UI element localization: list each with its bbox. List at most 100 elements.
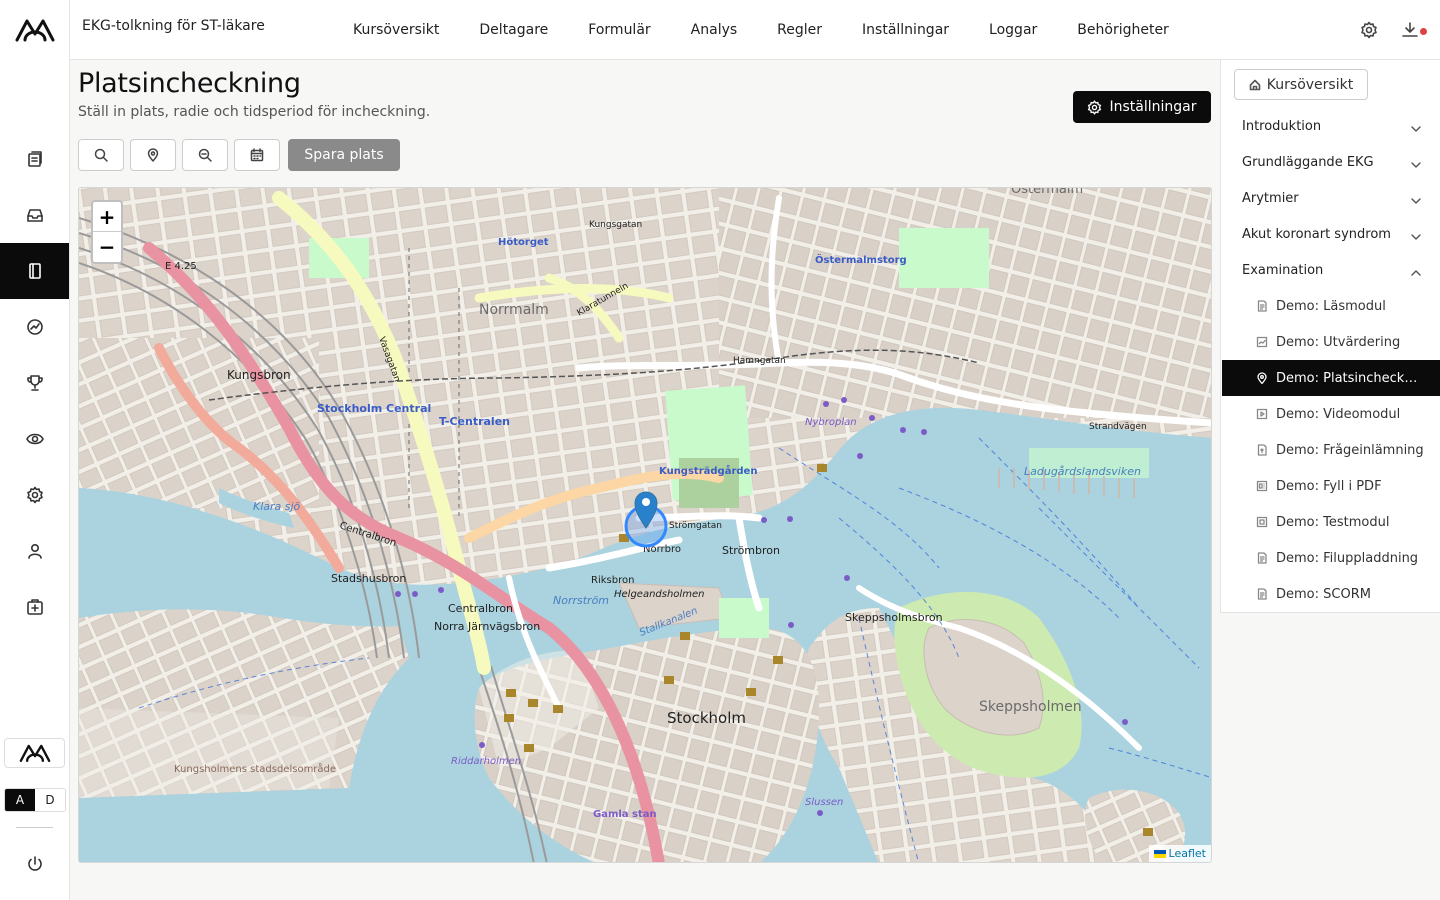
module-label: Demo: Testmodul: [1276, 514, 1390, 530]
map-label-skeppsholmsbron: Skeppsholmsbron: [845, 611, 943, 624]
map-label-stromgatan: Strömgatan: [669, 521, 722, 531]
inbox-icon[interactable]: [0, 187, 69, 243]
module-label: Demo: Läsmodul: [1276, 298, 1386, 314]
module-item[interactable]: Demo: Läsmodul: [1222, 288, 1440, 324]
module-item[interactable]: Demo: Testmodul: [1222, 504, 1440, 540]
module-label: Demo: Platsincheckning: [1276, 370, 1424, 386]
course-content-icon[interactable]: [0, 243, 69, 299]
nav-loggar[interactable]: Loggar: [989, 22, 1037, 38]
section-grundlaggande-ekg[interactable]: Grundläggande EKG: [1222, 144, 1440, 180]
module-item[interactable]: Demo: Fyll i PDF: [1222, 468, 1440, 504]
map-label-hamngatan: Hamngatan: [733, 356, 786, 366]
chevron-down-icon: [1411, 158, 1421, 168]
chevron-down-icon: [1411, 230, 1421, 240]
save-location-button[interactable]: Spara plats: [288, 139, 400, 171]
section-arytmier[interactable]: Arytmier: [1222, 180, 1440, 216]
map-label-ladugardslandsviken: Ladugårdslandsviken: [1024, 465, 1141, 478]
map-label-gamla-stan: Gamla stan: [593, 809, 657, 820]
nav-deltagare[interactable]: Deltagare: [479, 22, 548, 38]
module-label: Demo: SCORM: [1276, 586, 1371, 602]
organization-logo[interactable]: [4, 738, 65, 768]
nav-installningar[interactable]: Inställningar: [862, 22, 949, 38]
rail-divider: [16, 827, 53, 828]
search-icon: [94, 148, 108, 162]
map-label-riksbron: Riksbron: [591, 575, 634, 586]
section-examination[interactable]: Examination: [1222, 252, 1440, 288]
pdf-icon: [1256, 480, 1268, 492]
location-pin-icon: [1256, 372, 1268, 385]
calendar-icon: [250, 148, 264, 162]
nav-kursoversikt[interactable]: Kursöversikt: [353, 22, 439, 38]
document-icon: [1256, 300, 1268, 312]
top-navigation: Kursöversikt Deltagare Formulär Analys R…: [353, 0, 1209, 60]
nav-behorigheter[interactable]: Behörigheter: [1077, 22, 1169, 38]
user-icon[interactable]: [0, 523, 69, 579]
zoom-out-button[interactable]: −: [93, 232, 121, 262]
map-view[interactable]: Norrmalm Kungsbron Stockholm Central T-C…: [78, 187, 1212, 863]
settings-button[interactable]: Inställningar: [1073, 91, 1211, 123]
left-rail: A D: [0, 0, 70, 900]
time-period-button[interactable]: [234, 139, 280, 171]
map-label-stockholm-central: Stockholm Central: [317, 402, 431, 415]
map-attribution[interactable]: Leaflet: [1148, 845, 1211, 862]
map-label-ostermalmstorg: Östermalmstorg: [815, 252, 907, 266]
attribution-link[interactable]: Leaflet: [1169, 847, 1206, 860]
trophy-icon[interactable]: [0, 355, 69, 411]
map-label-t-centralen: T-Centralen: [439, 415, 510, 428]
section-label: Introduktion: [1242, 118, 1322, 134]
settings-icon[interactable]: [0, 467, 69, 523]
module-item[interactable]: Demo: SCORM: [1222, 576, 1440, 612]
file-upload-icon: [1256, 444, 1268, 456]
map-label-kungstradgarden: Kungsträdgården: [659, 464, 757, 477]
eye-icon[interactable]: [0, 411, 69, 467]
search-location-button[interactable]: [78, 139, 124, 171]
map-label-norrmalm: Norrmalm: [479, 302, 549, 318]
map-label-hotorget: Hötorget: [498, 237, 549, 248]
module-label: Demo: Fyll i PDF: [1276, 478, 1382, 494]
map-label-e425: E 4.25: [165, 261, 197, 272]
document-icon: [1256, 552, 1268, 564]
add-course-icon[interactable]: [0, 579, 69, 635]
module-item[interactable]: Demo: Frågeinlämning: [1222, 432, 1440, 468]
courses-icon[interactable]: [0, 131, 69, 187]
map-label-kungsgatan: Kungsgatan: [589, 220, 642, 230]
place-pin-button[interactable]: [130, 139, 176, 171]
nav-analys[interactable]: Analys: [691, 22, 738, 38]
module-item[interactable]: Demo: Utvärdering: [1222, 324, 1440, 360]
section-label: Examination: [1242, 262, 1324, 278]
radius-button[interactable]: [182, 139, 228, 171]
module-label: Demo: Utvärdering: [1276, 334, 1401, 350]
test-icon: [1256, 516, 1268, 528]
module-label: Demo: Filuppladdning: [1276, 550, 1419, 566]
zoom-controls: + −: [91, 200, 123, 264]
map-tiles[interactable]: Norrmalm Kungsbron Stockholm Central T-C…: [79, 188, 1212, 863]
settings-button-label: Inställningar: [1109, 99, 1197, 115]
module-item[interactable]: Demo: Filuppladdning: [1222, 540, 1440, 576]
gear-icon[interactable]: [1360, 21, 1378, 39]
map-label-slussen: Slussen: [805, 797, 843, 808]
course-overview-label: Kursöversikt: [1266, 76, 1354, 93]
download-icon[interactable]: [1401, 21, 1419, 39]
module-item-active[interactable]: Demo: Platsincheckning: [1222, 360, 1440, 396]
section-akut-koronart-syndrom[interactable]: Akut koronart syndrom: [1222, 216, 1440, 252]
map-label-strombron: Strömbron: [722, 544, 780, 557]
map-label-stockholm: Stockholm: [667, 709, 746, 727]
page-subtitle: Ställ in plats, radie och tidsperiod för…: [78, 104, 431, 120]
lang-a-option[interactable]: A: [5, 789, 35, 811]
map-label-centralbron: Centralbron: [448, 602, 513, 615]
brand-logo[interactable]: [14, 16, 56, 44]
section-introduktion[interactable]: Introduktion: [1222, 108, 1440, 144]
course-overview-button[interactable]: Kursöversikt: [1234, 69, 1368, 100]
notification-dot: [1420, 28, 1427, 35]
analytics-icon[interactable]: [0, 299, 69, 355]
nav-formular[interactable]: Formulär: [588, 22, 650, 38]
map-label-kungsholmens-stadsdel: Kungsholmens stadsdelsområde: [174, 762, 336, 775]
power-icon[interactable]: [0, 836, 69, 892]
lang-d-option[interactable]: D: [35, 789, 65, 811]
module-item[interactable]: Demo: Videomodul: [1222, 396, 1440, 432]
document-icon: [1256, 588, 1268, 600]
module-label: Demo: Frågeinlämning: [1276, 442, 1424, 458]
nav-regler[interactable]: Regler: [777, 22, 822, 38]
zoom-in-button[interactable]: +: [93, 202, 121, 232]
map-label-klara-sjo: Klara sjö: [253, 500, 301, 513]
